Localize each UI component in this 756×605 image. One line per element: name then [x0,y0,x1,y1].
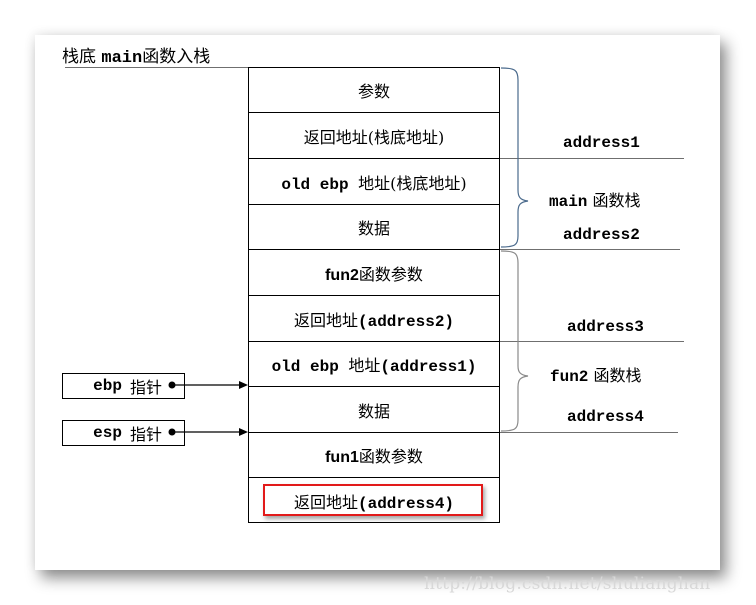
brace-label-code: main [549,193,588,211]
esp-pointer-box: esp 指针 [62,420,185,446]
stack-row-fun1-params: fun1函数参数 [249,433,499,478]
brace-label-text: 函数栈 [588,366,642,385]
pointer-name: esp [93,424,122,442]
address4-line [500,432,678,433]
title-suffix: 函数入栈 [142,47,211,67]
brace-label-code: fun2 [550,368,589,386]
stack-row-code: fun1 [325,449,359,466]
address2-line [500,249,680,250]
stack-row-text: 地址 [348,356,381,375]
stack-row-main-data: 数据 [249,205,499,250]
diagram-title: 栈底 main函数入栈 [62,42,210,68]
stack-row-text: 函数参数 [358,447,423,466]
address2-label: address2 [563,226,640,244]
stack-row-main-params: 参数 [249,68,499,113]
stack-row-main-return-address: 返回地址(栈底地址) [249,113,499,159]
watermark: http://blog.csdn.net/shulianghan [424,574,711,594]
stack-row-fun2-return-address: 返回地址(address2) [249,296,499,342]
title-prefix: 栈底 [62,47,102,67]
fun2-stack-frame-label: fun2 函数栈 [550,362,642,386]
stack-row-code: (address2) [358,312,455,331]
stack-row-code: old ebp [271,358,349,376]
address1-label: address1 [563,134,640,152]
address4-label: address4 [567,408,644,426]
call-stack: 参数 返回地址(栈底地址) old ebp 地址(栈底地址) 数据 fun2函数… [248,67,500,523]
stack-row-fun2-old-ebp: old ebp 地址(address1) [249,342,499,387]
ebp-pointer-box: ebp 指针 [62,373,185,399]
stack-row-text: 数据 [357,401,390,421]
stack-row-code: fun2 [325,266,359,284]
stack-row-code: (address1) [380,358,477,376]
pointer-label: 指针 [129,425,162,444]
stack-row-text: 返回地址(栈底地址) [303,127,445,147]
title-code: main [101,49,143,68]
stack-row-code: old ebp [281,175,359,194]
stack-row-code: (address4) [358,495,455,513]
stack-row-fun1-return-address: 返回地址(address4) [249,478,499,524]
address1-line [500,158,684,159]
stack-row-text: 返回地址 [293,493,358,512]
stack-row-text: 参数 [357,82,390,101]
stack-row-text: 数据 [357,219,390,238]
address3-line [500,341,684,342]
stack-row-fun2-params: fun2函数参数 [249,250,499,296]
stack-bottom-line [65,67,248,68]
stack-row-text: 函数参数 [358,264,423,284]
pointer-label: 指针 [129,378,162,397]
stack-row-text: 地址(栈底地址) [358,173,467,193]
pointer-name: ebp [93,377,122,395]
brace-label-text: 函数栈 [587,191,641,210]
address3-label: address3 [567,318,644,336]
stack-row-fun2-data: 数据 [249,387,499,433]
stack-row-main-old-ebp: old ebp 地址(栈底地址) [249,159,499,205]
stack-row-text: 返回地址 [293,310,358,330]
main-stack-frame-label: main 函数栈 [549,187,641,211]
